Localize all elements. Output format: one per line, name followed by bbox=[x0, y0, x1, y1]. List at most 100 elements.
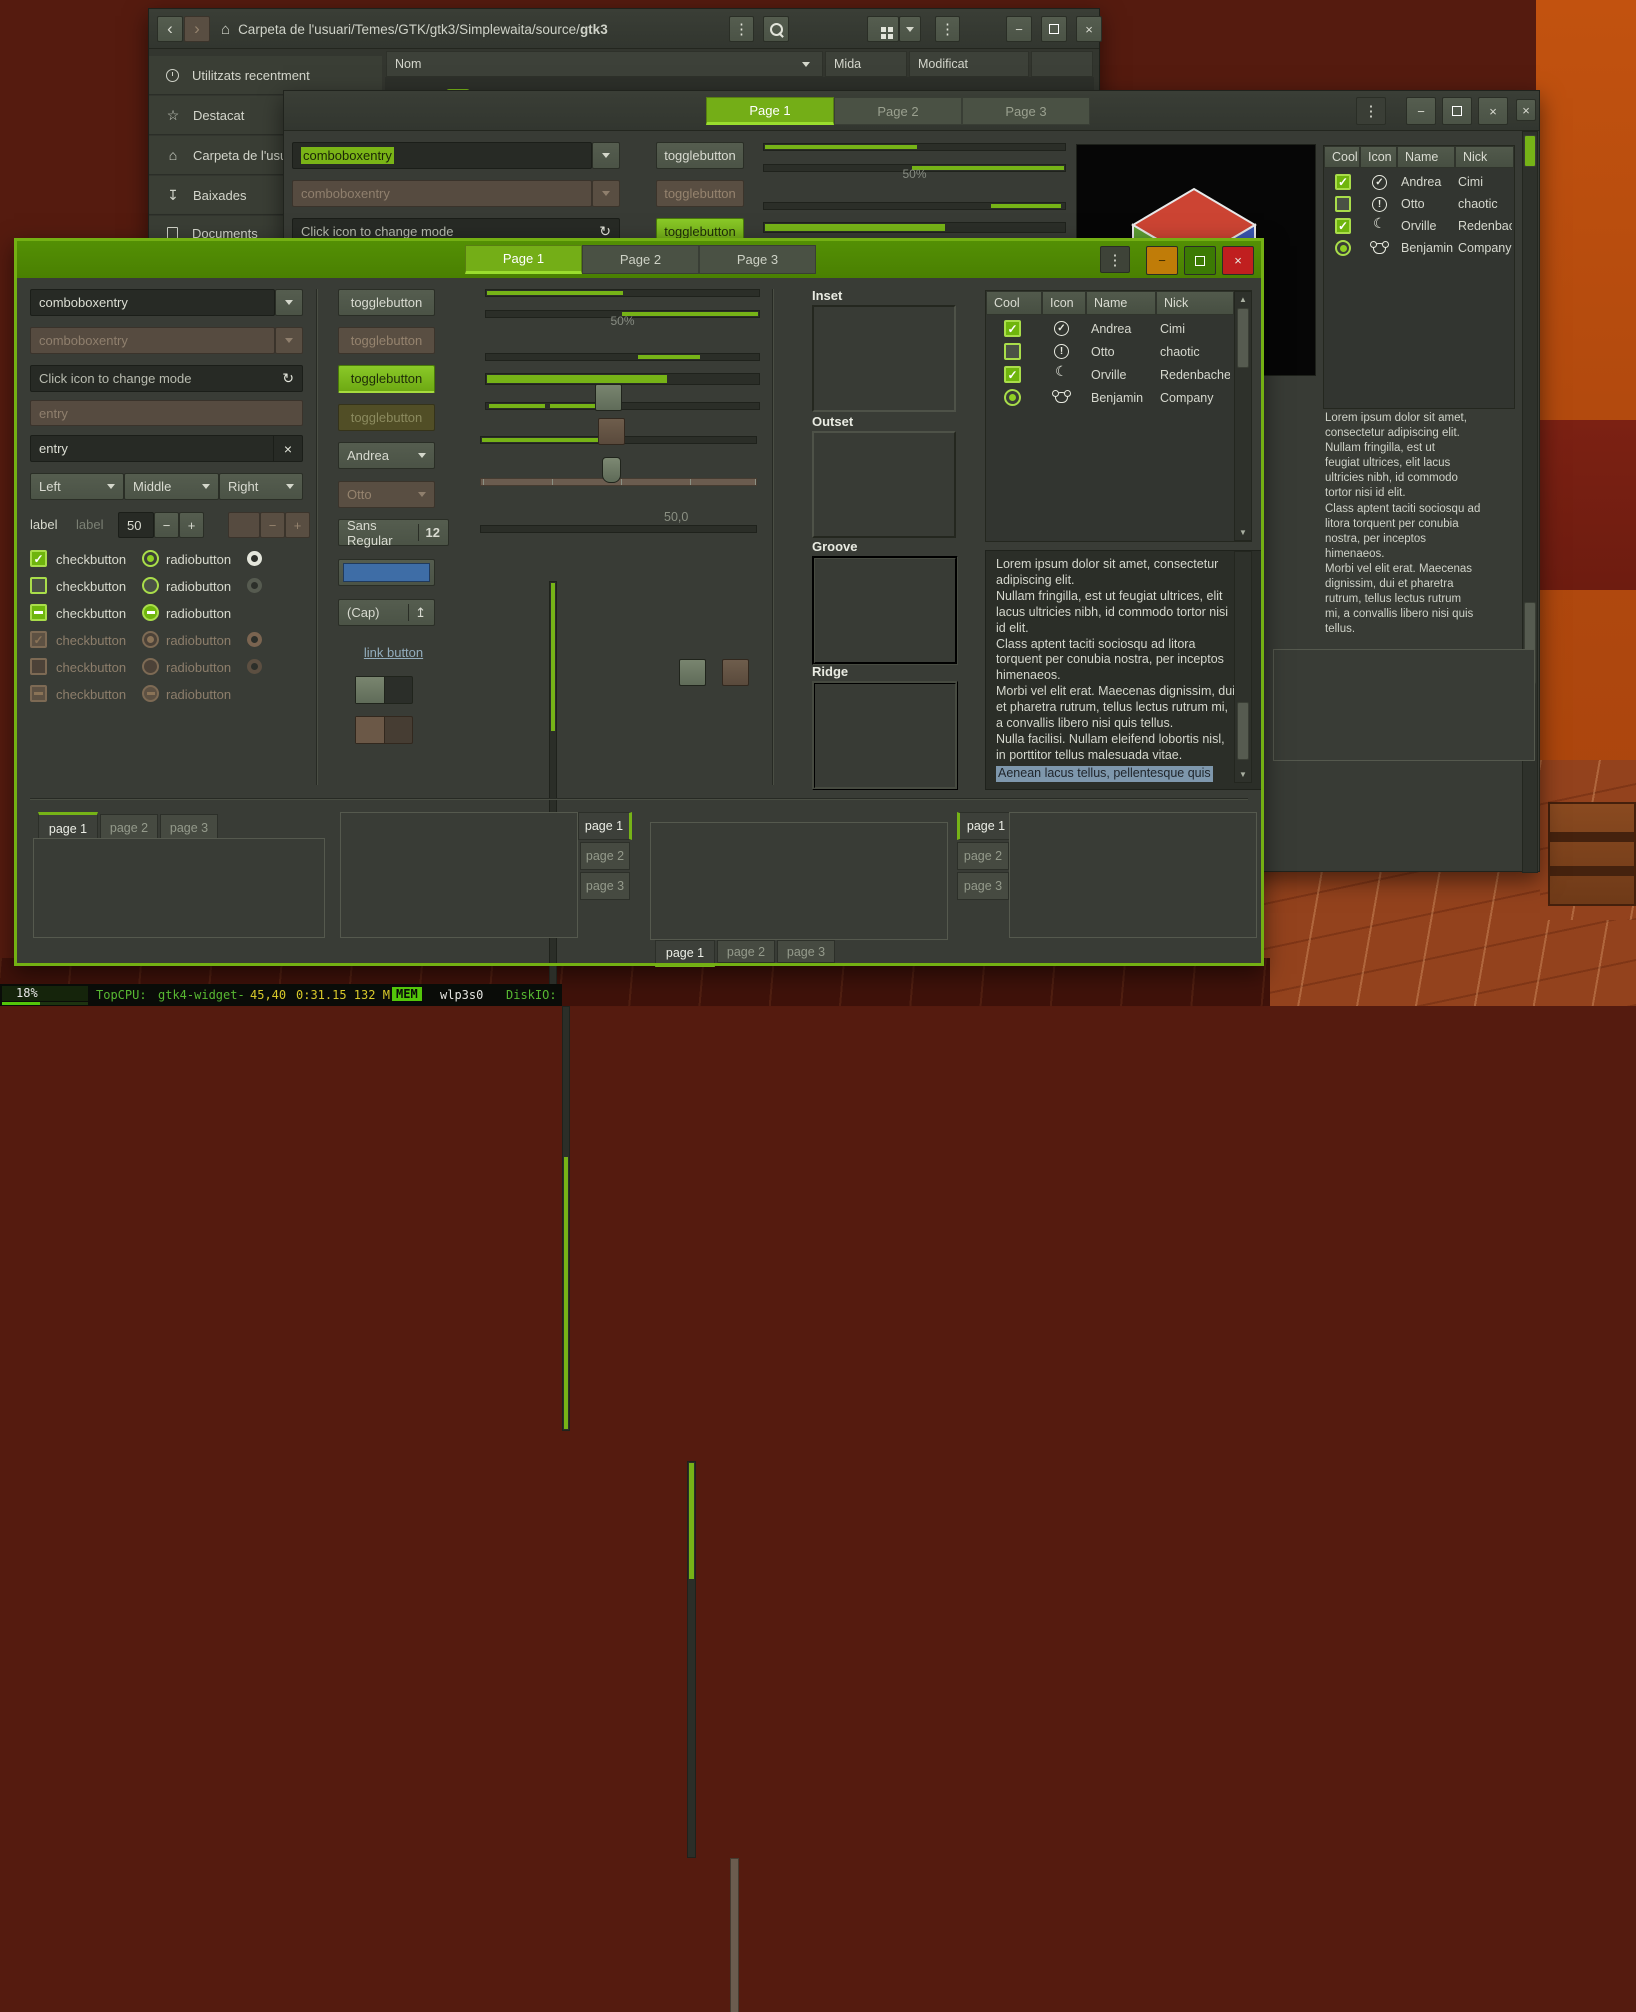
bg-tree-header-cool[interactable]: Cool bbox=[1324, 146, 1360, 168]
bg-close-button[interactable]: × bbox=[1478, 97, 1508, 125]
tree-cell-nick[interactable]: Cimi bbox=[1458, 175, 1512, 189]
bg-kebab-button[interactable]: ⋮ bbox=[1356, 97, 1386, 125]
view-grid-button[interactable] bbox=[867, 16, 899, 42]
bg-treeview[interactable]: Cool Icon Name Nick ✓ ✓ Andrea Cimi ! Ot… bbox=[1323, 145, 1515, 409]
notebookD-tab-page3[interactable]: page 3 bbox=[957, 872, 1009, 900]
notebookB-tab-page1[interactable]: page 1 bbox=[578, 812, 632, 840]
column-header-extra[interactable] bbox=[1031, 51, 1093, 77]
radiobutton-label[interactable]: radiobutton bbox=[166, 552, 231, 567]
font-button[interactable]: Sans Regular 12 bbox=[338, 519, 449, 546]
color-button[interactable] bbox=[338, 559, 435, 586]
bg-minimize-button[interactable]: − bbox=[1406, 97, 1436, 125]
main-kebab-button[interactable]: ⋮ bbox=[1100, 246, 1130, 273]
tree-cell-name[interactable]: Andrea bbox=[1401, 175, 1455, 189]
checkbutton-label[interactable]: checkbutton bbox=[56, 579, 126, 594]
notebookC-tab-page1[interactable]: page 1 bbox=[655, 940, 715, 967]
textview-scrollbar[interactable]: ▼ bbox=[1234, 551, 1252, 783]
vscale-trough[interactable] bbox=[687, 1461, 696, 1858]
column-header-modified[interactable]: Modificat bbox=[909, 51, 1029, 77]
radiobutton-selected[interactable] bbox=[142, 550, 159, 567]
notebookA-tab-page3[interactable]: page 3 bbox=[160, 814, 218, 841]
textview[interactable]: Lorem ipsum dolor sit amet, consectetur … bbox=[985, 550, 1262, 790]
switch-off[interactable] bbox=[355, 676, 413, 704]
bg-tab-page1[interactable]: Page 1 bbox=[706, 97, 834, 125]
breadcrumb-segment[interactable]: GTK bbox=[398, 22, 426, 37]
scroll-down-icon[interactable]: ▼ bbox=[1235, 770, 1251, 779]
main-tab-page1[interactable]: Page 1 bbox=[465, 245, 582, 274]
scroll-down-icon[interactable]: ▼ bbox=[1235, 528, 1251, 537]
tree-cell-name[interactable]: Andrea bbox=[1091, 322, 1153, 336]
window-menu-button[interactable]: ⋮ bbox=[935, 16, 960, 42]
notebookC-tab-page2[interactable]: page 2 bbox=[717, 940, 775, 963]
scroll-up-icon[interactable]: ▲ bbox=[1235, 295, 1251, 304]
tree-header-name[interactable]: Name bbox=[1086, 291, 1156, 315]
treeview[interactable]: Cool Icon Name Nick ✓ ✓ Andrea Cimi ! Ot… bbox=[985, 290, 1252, 542]
tree-header-nick[interactable]: Nick bbox=[1156, 291, 1234, 315]
togglebutton[interactable]: togglebutton bbox=[338, 289, 435, 316]
fm-maximize-button[interactable] bbox=[1041, 16, 1067, 42]
notebookD-tab-page1[interactable]: page 1 bbox=[957, 812, 1013, 840]
bg-lorem-text[interactable]: Lorem ipsum dolor sit amet, consectetur … bbox=[1325, 411, 1503, 641]
radiobutton-label[interactable]: radiobutton bbox=[166, 579, 231, 594]
checkbutton-label[interactable]: checkbutton bbox=[56, 552, 126, 567]
back-button[interactable]: ‹ bbox=[157, 16, 183, 42]
tree-cell-name[interactable]: Benjamin bbox=[1091, 391, 1153, 405]
bg-comboboxentry-arrow[interactable] bbox=[592, 142, 620, 169]
tree-scrollbar[interactable]: ▲ ▼ bbox=[1234, 291, 1252, 541]
checkbutton-unchecked[interactable] bbox=[30, 577, 47, 594]
radiobutton-indeterminate[interactable] bbox=[142, 604, 159, 621]
breadcrumb-segment[interactable]: Simplewaita bbox=[459, 22, 532, 37]
tree-cell-nick[interactable]: Redenbacher bbox=[1160, 368, 1230, 382]
notebookB-tab-page2[interactable]: page 2 bbox=[580, 842, 630, 870]
tree-checkbox-checked[interactable]: ✓ bbox=[1335, 174, 1351, 190]
spinbutton-minus[interactable]: − bbox=[154, 512, 179, 538]
hscale-handle[interactable] bbox=[595, 384, 622, 411]
tree-cell-name[interactable]: Orville bbox=[1091, 368, 1153, 382]
tree-cell-nick[interactable]: Redenbacher bbox=[1458, 219, 1512, 233]
column-header-size[interactable]: Mida bbox=[825, 51, 907, 77]
bg-tab-page2[interactable]: Page 2 bbox=[834, 97, 962, 125]
bg-tab-page3[interactable]: Page 3 bbox=[962, 97, 1090, 125]
refresh-icon[interactable]: ↻ bbox=[282, 370, 294, 387]
breadcrumb-segment[interactable]: gtk3 bbox=[430, 22, 456, 37]
tree-cell-nick[interactable]: chaotic bbox=[1160, 345, 1230, 359]
tree-cell-name[interactable]: Otto bbox=[1091, 345, 1153, 359]
main-maximize-button[interactable] bbox=[1184, 246, 1216, 275]
tree-header-cool[interactable]: Cool bbox=[986, 291, 1042, 315]
main-tab-page2[interactable]: Page 2 bbox=[582, 245, 699, 274]
search-button[interactable] bbox=[763, 16, 789, 42]
bg-right-scrollbar[interactable] bbox=[1522, 131, 1538, 873]
checkbutton-label[interactable]: checkbutton bbox=[56, 606, 126, 621]
scrollbar-thumb[interactable] bbox=[1237, 308, 1249, 368]
view-dropdown-button[interactable] bbox=[899, 16, 921, 42]
forward-button[interactable]: › bbox=[184, 16, 210, 42]
link-button[interactable]: link button bbox=[338, 645, 449, 660]
breadcrumb[interactable]: ⌂ Carpeta de l'usuari/ Temes/ GTK/ gtk3/… bbox=[221, 16, 608, 42]
tree-cell-nick[interactable]: chaotic bbox=[1458, 197, 1512, 211]
bg-togglebutton[interactable]: togglebutton bbox=[656, 142, 744, 169]
tree-cell-name[interactable]: Benjamin bbox=[1401, 241, 1455, 255]
radiobutton-label[interactable]: radiobutton bbox=[166, 606, 231, 621]
scrollbar-thumb[interactable] bbox=[1237, 702, 1249, 760]
notebookB-tab-page3[interactable]: page 3 bbox=[580, 872, 630, 900]
notebookC-tab-page3[interactable]: page 3 bbox=[777, 940, 835, 963]
breadcrumb-segment[interactable]: source bbox=[536, 22, 577, 37]
spinbutton-plus[interactable]: + bbox=[179, 512, 204, 538]
tree-cell-nick[interactable]: Cimi bbox=[1160, 322, 1230, 336]
tree-cell-name[interactable]: Orville bbox=[1401, 219, 1455, 233]
clear-icon[interactable]: × bbox=[273, 436, 302, 461]
mode-entry[interactable]: Click icon to change mode ↻ bbox=[30, 365, 303, 392]
radiobutton-unselected[interactable] bbox=[142, 577, 159, 594]
menu-kebab-button[interactable]: ⋮ bbox=[729, 16, 754, 42]
hscale-marks-handle[interactable] bbox=[602, 457, 621, 483]
bg-comboboxentry[interactable]: comboboxentry bbox=[292, 142, 592, 169]
checkbutton-checked[interactable]: ✓ bbox=[30, 550, 47, 567]
tree-radio-selected[interactable] bbox=[1335, 240, 1351, 256]
small-radio-on[interactable] bbox=[247, 551, 262, 566]
togglebutton-active[interactable]: togglebutton bbox=[338, 365, 435, 393]
small-radio-off[interactable] bbox=[247, 578, 262, 593]
main-tab-page3[interactable]: Page 3 bbox=[699, 245, 816, 274]
checkbutton-indeterminate[interactable] bbox=[30, 604, 47, 621]
main-close-button[interactable]: × bbox=[1222, 246, 1254, 275]
linked-combo-left[interactable]: Left bbox=[30, 473, 124, 500]
